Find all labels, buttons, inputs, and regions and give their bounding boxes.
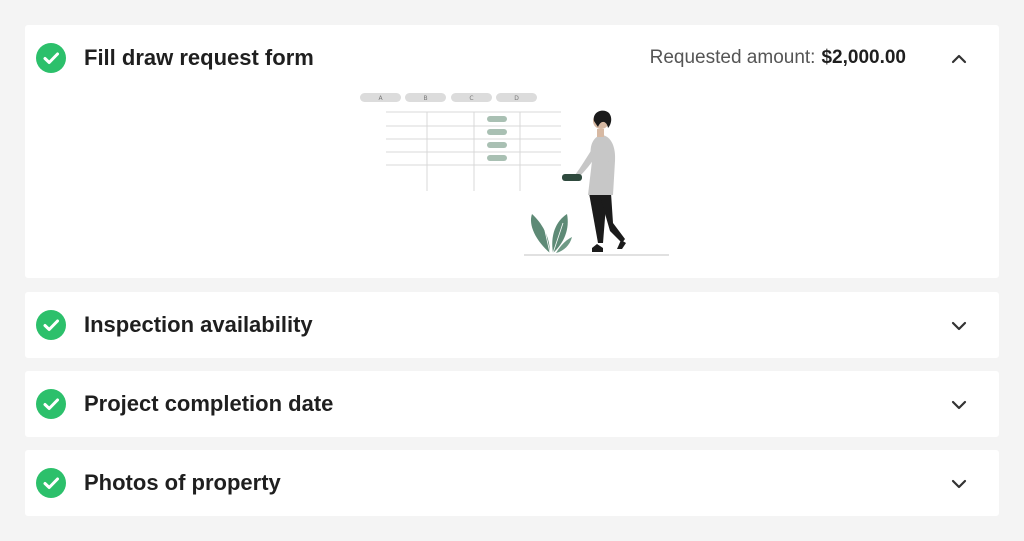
check-circle-icon	[36, 310, 66, 340]
step-title: Inspection availability	[84, 312, 313, 337]
requested-amount-value: $2,000.00	[821, 47, 906, 68]
step-header-project-completion-date[interactable]: Project completion date	[25, 371, 999, 437]
column-header-c: C	[469, 95, 473, 102]
chevron-down-icon[interactable]	[946, 471, 972, 497]
step-card-inspection-availability: Inspection availability	[25, 292, 999, 358]
person-figure	[562, 110, 626, 252]
step-card-project-completion-date: Project completion date	[25, 371, 999, 437]
step-card-fill-draw-request-form: Fill draw request form Requested amount:…	[25, 25, 999, 278]
requested-amount-label: Requested amount:	[649, 47, 816, 68]
step-header-photos-of-property[interactable]: Photos of property	[25, 450, 999, 516]
chevron-down-icon[interactable]	[946, 392, 972, 418]
chevron-down-icon[interactable]	[946, 313, 972, 339]
step-title: Fill draw request form	[84, 45, 314, 70]
check-circle-icon	[36, 43, 66, 73]
column-header-b: B	[423, 95, 427, 102]
requested-amount: Requested amount: $2,000.00	[650, 46, 906, 70]
spreadsheet-column-headers: A B C D	[360, 93, 537, 102]
check-circle-icon	[36, 468, 66, 498]
step-title: Photos of property	[84, 470, 281, 495]
column-header-d: D	[514, 95, 519, 102]
step-card-photos-of-property: Photos of property	[25, 450, 999, 516]
check-circle-icon	[36, 389, 66, 419]
spreadsheet-person-illustration: A B C D	[360, 93, 669, 256]
step-header-fill-draw-request-form[interactable]: Fill draw request form Requested amount:…	[25, 25, 999, 91]
step-title: Project completion date	[84, 391, 334, 416]
chevron-up-icon[interactable]	[946, 46, 972, 72]
step-header-inspection-availability[interactable]: Inspection availability	[25, 292, 999, 358]
plant-icon	[530, 214, 572, 254]
spreadsheet-grid	[386, 111, 561, 191]
